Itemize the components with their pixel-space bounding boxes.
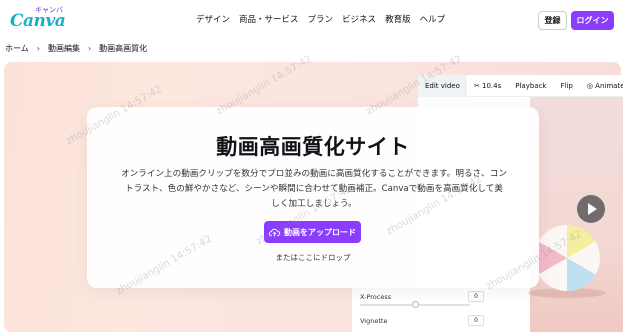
page-title: 動画高画質化サイト xyxy=(216,135,410,159)
site-header: キャンバ Canva デザイン 商品・サービス プラン ビジネス 教育版 ヘルプ… xyxy=(0,0,623,40)
beach-ball-image xyxy=(534,225,600,291)
logo-text: Canva xyxy=(10,11,66,31)
nav-item-education[interactable]: 教育版 xyxy=(385,13,411,25)
upload-video-button[interactable]: 動画をアップロード xyxy=(264,221,361,243)
breadcrumb-current: 動画高画質化 xyxy=(99,44,148,53)
toolbar-duration-label: 10.4s xyxy=(482,81,502,90)
register-button[interactable]: 登録 xyxy=(538,11,567,30)
adjust-row-xprocess: X-Process 0 xyxy=(356,290,490,308)
nav-item-products[interactable]: 商品・サービス xyxy=(239,13,299,25)
toolbar-flip: Flip xyxy=(560,81,573,90)
adjust-label: X-Process xyxy=(360,293,392,301)
nav-item-design[interactable]: デザイン xyxy=(196,13,230,25)
cloud-upload-icon xyxy=(269,228,280,237)
login-button[interactable]: ログイン xyxy=(571,11,614,30)
scissors-icon: ✂ xyxy=(473,81,482,90)
nav-item-business[interactable]: ビジネス xyxy=(342,13,376,25)
chevron-right-icon: › xyxy=(36,44,40,53)
nav-item-help[interactable]: ヘルプ xyxy=(420,13,446,25)
drop-hint: またはここにドロップ xyxy=(275,253,351,262)
animate-icon: ◎ xyxy=(586,81,596,90)
adjust-value: 0 xyxy=(468,291,484,302)
upload-video-label: 動画をアップロード xyxy=(284,227,356,237)
breadcrumb: ホーム › 動画編集 › 動画高画質化 xyxy=(5,43,147,54)
toolbar-animate-label: Animate xyxy=(595,81,623,90)
hero-card: 動画高画質化サイト オンライン上の動画クリップを数分でプロ並みの動画に高画質化す… xyxy=(87,107,539,288)
toolbar-animate: ◎ Animate xyxy=(580,75,623,97)
editor-toolbar: Edit video ✂ 10.4s Playback Flip ◎ Anima… xyxy=(418,74,623,97)
toolbar-edit-video: Edit video xyxy=(418,74,467,97)
chevron-right-icon: › xyxy=(87,44,92,53)
adjust-label: Vignette xyxy=(360,317,388,325)
hero-description: オンライン上の動画クリップを数分でプロ並みの動画に高画質化することができます。明… xyxy=(121,169,507,209)
adjust-value: 0 xyxy=(468,315,484,326)
breadcrumb-video-edit[interactable]: 動画編集 xyxy=(48,43,80,54)
toolbar-playback: Playback xyxy=(515,81,547,90)
adjust-slider-handle xyxy=(412,301,419,308)
main-nav: デザイン 商品・サービス プラン ビジネス 教育版 ヘルプ xyxy=(196,13,454,25)
canva-logo[interactable]: キャンバ Canva xyxy=(10,6,66,34)
breadcrumb-home[interactable]: ホーム xyxy=(5,43,29,54)
adjust-row-vignette: Vignette 0 xyxy=(356,314,490,330)
play-icon xyxy=(577,195,605,223)
toolbar-duration: ✂ 10.4s xyxy=(467,75,508,97)
nav-item-plans[interactable]: プラン xyxy=(308,13,334,25)
